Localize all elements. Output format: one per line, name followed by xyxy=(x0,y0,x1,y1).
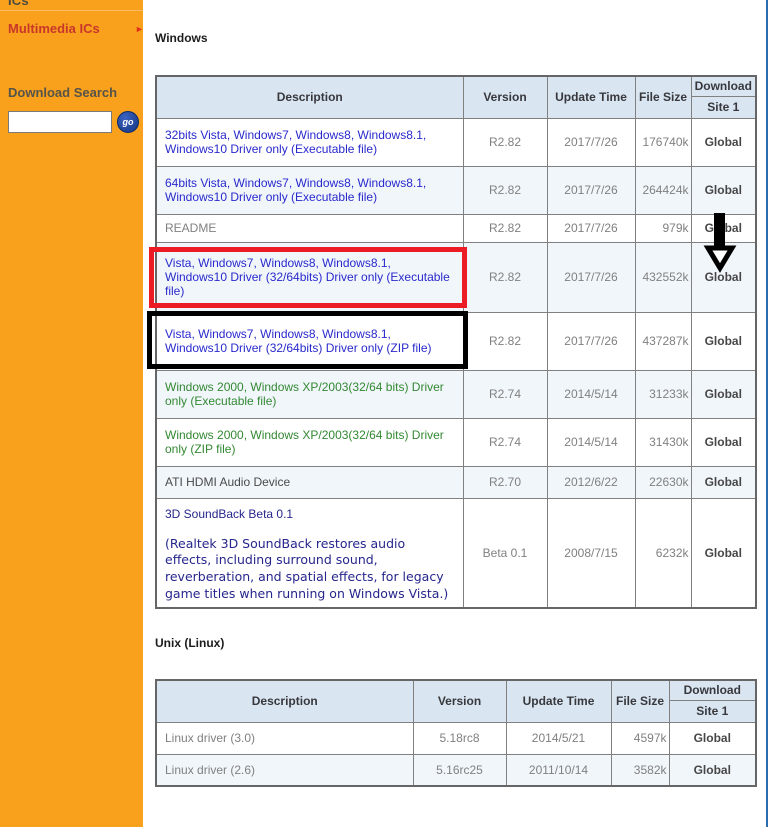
linux-driver-30-label: Linux driver (3.0) xyxy=(165,731,256,745)
global-download-link[interactable]: Global xyxy=(705,135,742,149)
update-time-cell: 2014/5/21 xyxy=(505,721,612,755)
global-download-link[interactable]: Global xyxy=(705,221,742,235)
version-cell: 5.18rc8 xyxy=(412,721,507,755)
update-time-cell: 2012/6/22 xyxy=(546,465,636,499)
col-header-file-size: File Size xyxy=(634,75,692,119)
submenu-arrow-icon: ► xyxy=(135,24,143,34)
version-cell: R2.74 xyxy=(462,369,548,419)
col-header-update-time: Update Time xyxy=(546,75,636,119)
table-row: 32bits Vista, Windows7, Windows8, Window… xyxy=(155,117,757,167)
file-size-cell: 6232k xyxy=(634,497,692,609)
global-download-link[interactable]: Global xyxy=(694,731,731,745)
update-time-cell: 2017/7/26 xyxy=(546,165,636,215)
linux-driver-26-label: Linux driver (2.6) xyxy=(165,762,256,777)
update-time-cell: 2017/7/26 xyxy=(546,241,636,313)
table-row-highlighted-black: Vista, Windows7, Windows8, Windows8.1, W… xyxy=(155,311,757,371)
table-row: Linux driver (3.0) 5.18rc8 2014/5/21 459… xyxy=(155,721,757,755)
readme-label: README xyxy=(165,221,217,235)
file-size-cell: 979k xyxy=(634,213,692,243)
ati-hdmi-label: ATI HDMI Audio Device xyxy=(165,475,291,489)
download-search-heading: Download Search xyxy=(8,85,118,100)
go-button-label: go xyxy=(122,117,134,127)
table-row: Linux driver (2.6) 5.16rc25 2011/10/14 3… xyxy=(155,753,757,787)
soundback-description-note: (Realtek 3D SoundBack restores audio eff… xyxy=(165,535,449,602)
windows-drivers-table: Description Version Update Time File Siz… xyxy=(155,75,757,609)
page-right-border xyxy=(766,0,768,827)
update-time-cell: 2017/7/26 xyxy=(546,311,636,371)
driver-link-win2000-xp-zip[interactable]: Windows 2000, Windows XP/2003(32/64 bits… xyxy=(165,428,444,456)
driver-link-vista-3264-exe[interactable]: Vista, Windows7, Windows8, Windows8.1, W… xyxy=(165,256,450,298)
go-button[interactable]: go xyxy=(117,111,139,133)
table-row: 3D SoundBack Beta 0.1 (Realtek 3D SoundB… xyxy=(155,497,757,609)
version-cell: R2.70 xyxy=(462,465,548,499)
global-download-link[interactable]: Global xyxy=(705,546,742,560)
windows-section-heading: Windows xyxy=(155,31,208,45)
update-time-cell: 2017/7/26 xyxy=(546,213,636,243)
version-cell: R2.82 xyxy=(462,117,548,167)
sidebar-item-multimedia-ics[interactable]: Multimedia ICs xyxy=(8,21,100,36)
col-header-download: Download xyxy=(690,75,757,97)
col-header-version: Version xyxy=(412,679,507,723)
sidebar: ICs Multimedia ICs ► Download Search go xyxy=(0,0,143,827)
col-header-version: Version xyxy=(462,75,548,119)
global-download-link[interactable]: Global xyxy=(705,270,742,284)
version-cell: R2.74 xyxy=(462,417,548,467)
sidebar-divider xyxy=(0,10,143,11)
file-size-cell: 432552k xyxy=(634,241,692,313)
version-cell: R2.82 xyxy=(462,241,548,313)
file-size-cell: 31233k xyxy=(634,369,692,419)
col-header-description: Description xyxy=(155,679,414,723)
soundback-title-link[interactable]: 3D SoundBack Beta 0.1 xyxy=(165,505,455,521)
update-time-cell: 2011/10/14 xyxy=(505,753,612,787)
col-header-site1: Site 1 xyxy=(668,699,757,723)
global-download-link[interactable]: Global xyxy=(705,183,742,197)
file-size-cell: 22630k xyxy=(634,465,692,499)
version-cell: R2.82 xyxy=(462,213,548,243)
update-time-cell: 2008/7/15 xyxy=(546,497,636,609)
page: ICs Multimedia ICs ► Download Search go … xyxy=(0,0,770,827)
global-download-link[interactable]: Global xyxy=(705,475,742,489)
driver-link-win2000-xp-exe[interactable]: Windows 2000, Windows XP/2003(32/64 bits… xyxy=(165,380,444,408)
file-size-cell: 437287k xyxy=(634,311,692,371)
file-size-cell: 176740k xyxy=(634,117,692,167)
update-time-cell: 2017/7/26 xyxy=(546,117,636,167)
driver-link-64bits-vista[interactable]: 64bits Vista, Windows7, Windows8, Window… xyxy=(165,176,426,204)
version-cell: Beta 0.1 xyxy=(462,497,548,609)
col-header-update-time: Update Time xyxy=(505,679,612,723)
download-search-input[interactable] xyxy=(8,111,112,133)
col-header-site1: Site 1 xyxy=(690,95,757,119)
file-size-cell: 31430k xyxy=(634,417,692,467)
table-row: ATI HDMI Audio Device R2.70 2012/6/22 22… xyxy=(155,465,757,499)
version-cell: R2.82 xyxy=(462,165,548,215)
file-size-cell: 4597k xyxy=(610,721,670,755)
driver-link-32bits-vista[interactable]: 32bits Vista, Windows7, Windows8, Window… xyxy=(165,128,426,156)
col-header-file-size: File Size xyxy=(610,679,670,723)
global-download-link[interactable]: Global xyxy=(705,334,742,348)
col-header-download: Download xyxy=(668,679,757,701)
global-download-link[interactable]: Global xyxy=(705,435,742,449)
table-row: Windows 2000, Windows XP/2003(32/64 bits… xyxy=(155,417,757,467)
unix-drivers-table: Description Version Update Time File Siz… xyxy=(155,679,757,787)
file-size-cell: 264424k xyxy=(634,165,692,215)
table-row: Windows 2000, Windows XP/2003(32/64 bits… xyxy=(155,369,757,419)
table-row-highlighted-red: Vista, Windows7, Windows8, Windows8.1, W… xyxy=(155,241,757,313)
version-cell: 5.16rc25 xyxy=(412,753,507,787)
driver-link-vista-3264-zip[interactable]: Vista, Windows7, Windows8, Windows8.1, W… xyxy=(165,327,432,355)
update-time-cell: 2014/5/14 xyxy=(546,369,636,419)
version-cell: R2.82 xyxy=(462,311,548,371)
update-time-cell: 2014/5/14 xyxy=(546,417,636,467)
table-row: 64bits Vista, Windows7, Windows8, Window… xyxy=(155,165,757,215)
global-download-link[interactable]: Global xyxy=(694,763,731,777)
unix-section-heading: Unix (Linux) xyxy=(155,636,225,650)
file-size-cell: 3582k xyxy=(610,753,670,787)
sidebar-item-ics[interactable]: ICs xyxy=(8,0,29,8)
global-download-link[interactable]: Global xyxy=(705,387,742,401)
table-row: README R2.82 2017/7/26 979k Global xyxy=(155,213,757,243)
col-header-description: Description xyxy=(155,75,464,119)
